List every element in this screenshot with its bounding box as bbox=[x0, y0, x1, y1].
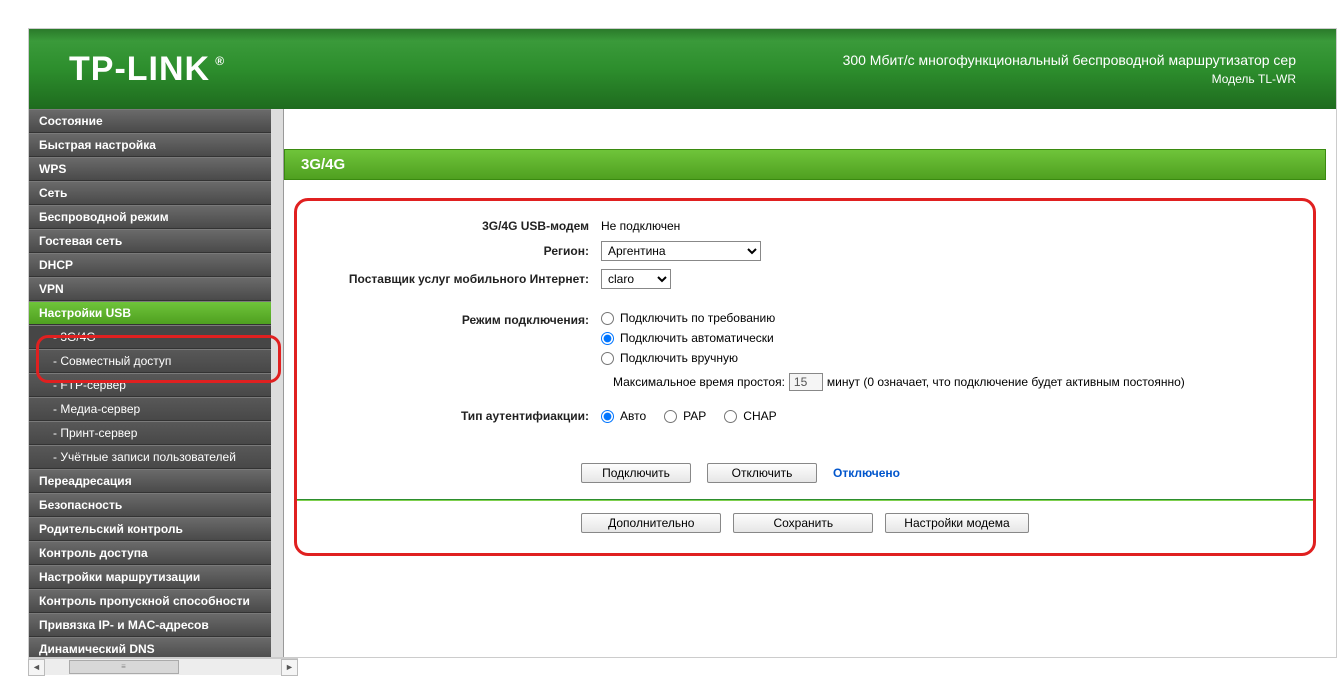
horizontal-scrollbar[interactable]: ◄ ≡ ► bbox=[28, 658, 298, 675]
sidebar-item-6[interactable]: DHCP bbox=[29, 253, 283, 277]
sidebar-item-16[interactable]: Безопасность bbox=[29, 493, 283, 517]
sidebar-item-0[interactable]: Состояние bbox=[29, 109, 283, 133]
sidebar-item-13[interactable]: - Принт-сервер bbox=[29, 421, 283, 445]
modem-status: Не подключен bbox=[601, 219, 1289, 233]
sidebar-item-10[interactable]: - Совместный доступ bbox=[29, 349, 283, 373]
sidebar-item-21[interactable]: Привязка IP- и MAC-адресов bbox=[29, 613, 283, 637]
connect-button[interactable]: Подключить bbox=[581, 463, 691, 483]
sidebar-item-8[interactable]: Настройки USB bbox=[29, 301, 283, 325]
sidebar-item-19[interactable]: Настройки маршрутизации bbox=[29, 565, 283, 589]
radio-auth-chap-input[interactable] bbox=[724, 410, 737, 423]
header: TP-LINK 300 Мбит/с многофункциональный б… bbox=[29, 29, 1336, 109]
sidebar-item-11[interactable]: - FTP-сервер bbox=[29, 373, 283, 397]
radio-auth-auto-input[interactable] bbox=[601, 410, 614, 423]
sidebar-item-20[interactable]: Контроль пропускной способности bbox=[29, 589, 283, 613]
scroll-right-icon[interactable]: ► bbox=[281, 659, 298, 676]
radio-auth-pap-input[interactable] bbox=[664, 410, 677, 423]
region-select[interactable]: Аргентина bbox=[601, 241, 761, 261]
idle-suffix: минут (0 означает, что подключение будет… bbox=[827, 375, 1185, 389]
connection-status: Отключено bbox=[833, 466, 900, 480]
radio-auto-input[interactable] bbox=[601, 332, 614, 345]
scroll-thumb[interactable]: ≡ bbox=[69, 660, 179, 674]
product-title: 300 Мбит/с многофункциональный беспровод… bbox=[843, 52, 1296, 68]
radio-on-demand[interactable]: Подключить по требованию bbox=[601, 311, 775, 325]
sidebar-item-9[interactable]: - 3G/4G bbox=[29, 325, 283, 349]
model-text: Модель TL-WR bbox=[843, 72, 1296, 86]
sidebar-item-4[interactable]: Беспроводной режим bbox=[29, 205, 283, 229]
sidebar-item-22[interactable]: Динамический DNS bbox=[29, 637, 283, 657]
header-text: 300 Мбит/с многофункциональный беспровод… bbox=[843, 52, 1296, 86]
radio-manual-input[interactable] bbox=[601, 352, 614, 365]
sidebar-scrollbar[interactable] bbox=[271, 109, 283, 657]
radio-on-demand-input[interactable] bbox=[601, 312, 614, 325]
sidebar-item-15[interactable]: Переадресация bbox=[29, 469, 283, 493]
idle-label: Максимальное время простоя: bbox=[613, 375, 785, 389]
sidebar-item-12[interactable]: - Медиа-сервер bbox=[29, 397, 283, 421]
idle-input[interactable] bbox=[789, 373, 823, 391]
sidebar-item-1[interactable]: Быстрая настройка bbox=[29, 133, 283, 157]
modem-settings-button[interactable]: Настройки модема bbox=[885, 513, 1028, 533]
sidebar: СостояниеБыстрая настройкаWPSСетьБеспров… bbox=[29, 109, 284, 657]
sidebar-item-14[interactable]: - Учётные записи пользователей bbox=[29, 445, 283, 469]
content-area: 3G/4G 3G/4G USB-модем Не подключен Регио… bbox=[284, 109, 1336, 657]
disconnect-button[interactable]: Отключить bbox=[707, 463, 817, 483]
save-button[interactable]: Сохранить bbox=[733, 513, 873, 533]
sidebar-item-18[interactable]: Контроль доступа bbox=[29, 541, 283, 565]
radio-auth-pap[interactable]: PAP bbox=[664, 409, 706, 423]
isp-label: Поставщик услуг мобильного Интернет: bbox=[321, 272, 601, 286]
conn-mode-label: Режим подключения: bbox=[321, 311, 601, 327]
sidebar-item-17[interactable]: Родительский контроль bbox=[29, 517, 283, 541]
radio-manual[interactable]: Подключить вручную bbox=[601, 351, 775, 365]
sidebar-item-5[interactable]: Гостевая сеть bbox=[29, 229, 283, 253]
advanced-button[interactable]: Дополнительно bbox=[581, 513, 721, 533]
radio-auto[interactable]: Подключить автоматически bbox=[601, 331, 775, 345]
radio-auth-chap[interactable]: CHAP bbox=[724, 409, 776, 423]
scroll-left-icon[interactable]: ◄ bbox=[28, 659, 45, 676]
sidebar-item-7[interactable]: VPN bbox=[29, 277, 283, 301]
logo: TP-LINK bbox=[69, 50, 210, 89]
sidebar-item-2[interactable]: WPS bbox=[29, 157, 283, 181]
scroll-track[interactable]: ≡ bbox=[45, 659, 281, 676]
section-title: 3G/4G bbox=[284, 149, 1326, 180]
divider bbox=[297, 499, 1313, 501]
radio-auth-auto[interactable]: Авто bbox=[601, 409, 646, 423]
isp-select[interactable]: claro bbox=[601, 269, 671, 289]
region-label: Регион: bbox=[321, 244, 601, 258]
modem-label: 3G/4G USB-модем bbox=[321, 219, 601, 233]
sidebar-item-3[interactable]: Сеть bbox=[29, 181, 283, 205]
settings-panel: 3G/4G USB-модем Не подключен Регион: Арг… bbox=[294, 198, 1316, 556]
auth-label: Тип аутентифиакции: bbox=[321, 409, 601, 423]
